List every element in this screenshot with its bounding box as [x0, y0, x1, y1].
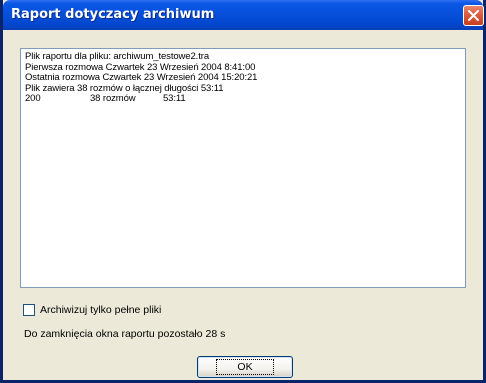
summary-code: 200 [25, 93, 41, 104]
ok-button-label: OK [216, 359, 274, 375]
title-bar[interactable]: Raport dotyczacy archiwum [3, 0, 484, 30]
close-button[interactable] [463, 5, 484, 26]
archive-full-only-checkbox[interactable] [23, 304, 35, 316]
window-title: Raport dotyczacy archiwum [11, 7, 215, 22]
archive-full-only-option[interactable]: Archiwizuj tylko pełne pliki [23, 304, 161, 316]
close-icon [468, 10, 479, 21]
report-line-last-call: Ostatnia rozmowa Czwartek 23 Wrzesień 20… [25, 72, 258, 83]
report-summary-row: 200 38 rozmów 53:11 [25, 93, 461, 105]
report-textbox[interactable]: Plik raportu dla pliku: archiwum_testowe… [20, 48, 466, 288]
archive-full-only-label[interactable]: Archiwizuj tylko pełne pliki [40, 304, 161, 316]
summary-calls: 38 rozmów [90, 93, 136, 104]
countdown-text: Do zamknięcia okna raportu pozostało 28 … [24, 328, 226, 340]
report-line-file: Plik raportu dla pliku: archiwum_testowe… [25, 51, 210, 62]
report-dialog: Raport dotyczacy archiwum Plik raportu d… [0, 0, 486, 383]
ok-button[interactable]: OK [197, 356, 293, 378]
summary-duration: 53:11 [163, 93, 186, 104]
